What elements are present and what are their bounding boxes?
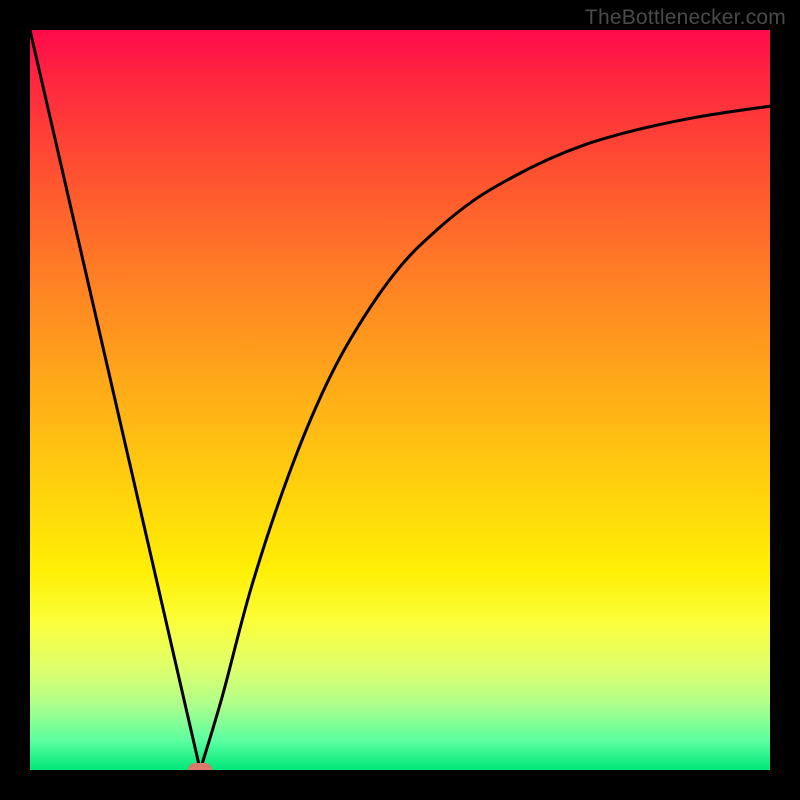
curve-svg — [30, 30, 770, 770]
watermark-label: TheBottlenecker.com — [585, 6, 786, 30]
plot-area — [30, 30, 770, 770]
chart-frame: TheBottlenecker.com — [0, 0, 800, 800]
optimal-marker — [188, 763, 212, 770]
bottleneck-curve — [30, 30, 770, 770]
